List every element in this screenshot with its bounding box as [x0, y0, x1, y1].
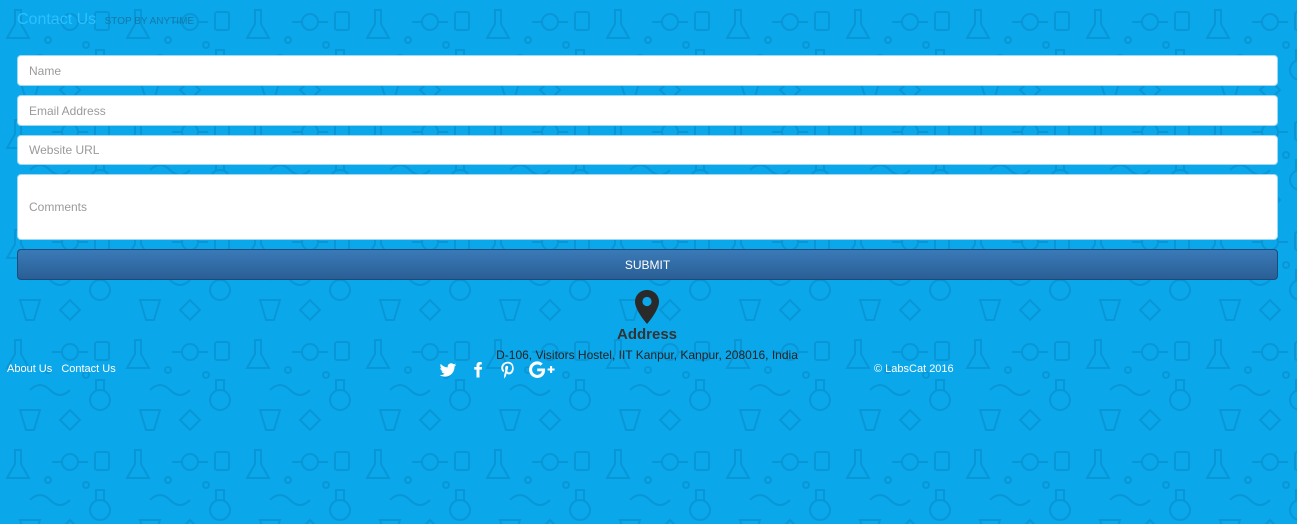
website-url-input[interactable] — [17, 135, 1278, 165]
twitter-icon[interactable] — [439, 361, 457, 379]
page-title: Contact Us — [17, 11, 97, 28]
copyright-text: © LabsCat 2016 — [874, 363, 954, 375]
facebook-icon[interactable] — [469, 361, 487, 379]
footer-link-about-us[interactable]: About Us — [7, 363, 52, 375]
contact-heading: Contact Us STOP BY ANYTIME — [17, 10, 194, 30]
email-input[interactable] — [17, 95, 1278, 126]
pinterest-icon[interactable] — [499, 361, 517, 379]
submit-button[interactable]: SUBMIT — [17, 249, 1278, 280]
address-block: Address D-106, Visitors Hostel, IIT Kanp… — [447, 290, 847, 362]
address-text: D-106, Visitors Hostel, IIT Kanpur, Kanp… — [496, 348, 798, 362]
page-subtitle: STOP BY ANYTIME — [104, 16, 195, 27]
footer-links: About Us Contact Us — [7, 363, 122, 375]
footer-link-contact-us[interactable]: Contact Us — [61, 363, 115, 375]
name-input[interactable] — [17, 55, 1278, 86]
map-marker-icon — [635, 290, 659, 324]
comments-textarea[interactable] — [17, 174, 1278, 240]
google-plus-icon[interactable] — [529, 361, 555, 379]
social-icons — [439, 361, 567, 379]
address-title: Address — [616, 326, 678, 343]
